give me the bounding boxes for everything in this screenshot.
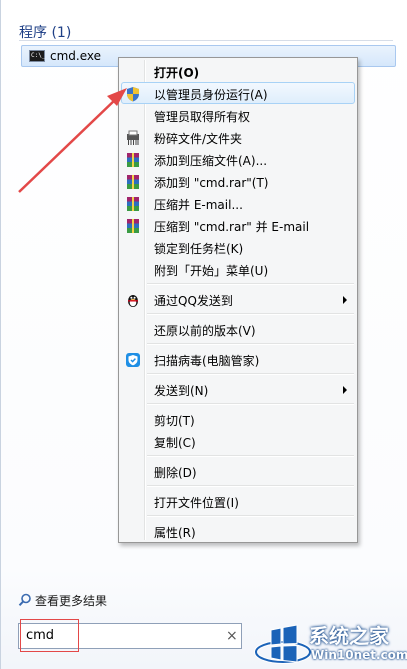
- menu-item-0[interactable]: 打开(O): [121, 60, 355, 82]
- winrar-icon: [125, 174, 141, 190]
- menu-item-label: 还原以前的版本(V): [154, 324, 256, 338]
- menu-item-11[interactable]: 通过QQ发送到: [121, 288, 355, 310]
- menu-separator: [147, 455, 354, 457]
- search-icon: [18, 593, 31, 606]
- menu-item-label: 添加到 "cmd.rar"(T): [154, 176, 269, 190]
- menu-item-label: 管理员取得所有权: [154, 110, 251, 124]
- menu-item-3[interactable]: 粉碎文件/文件夹: [121, 126, 355, 148]
- shredder-icon: [125, 130, 141, 146]
- winrar-icon: [125, 196, 141, 212]
- annotation-highlight-box: [20, 619, 79, 652]
- menu-item-label: 添加到压缩文件(A)...: [154, 154, 268, 168]
- menu-item-17[interactable]: 发送到(N): [121, 378, 355, 400]
- context-menu: 打开(O) 以管理员身份运行(A) 管理员取得所有权 粉碎文件/文件夹添加到压缩文件(…: [118, 57, 358, 543]
- menu-item-19[interactable]: 剪切(T): [121, 408, 355, 430]
- menu-item-1[interactable]: 以管理员身份运行(A): [121, 82, 355, 104]
- menu-separator: [147, 343, 354, 345]
- winrar-icon: [125, 152, 141, 168]
- menu-separator: [147, 403, 354, 405]
- menu-item-label: 锁定到任务栏(K): [154, 242, 244, 256]
- menu-separator: [147, 313, 354, 315]
- submenu-arrow-icon: [343, 296, 347, 304]
- menu-separator: [147, 283, 354, 285]
- programs-section-header: 程序 (1): [19, 25, 72, 41]
- search-result-label: cmd.exe: [50, 49, 102, 63]
- win10-logo-icon: [254, 624, 312, 664]
- menu-item-label: 粉碎文件/文件夹: [154, 132, 243, 146]
- menu-item-label: 附到「开始」菜单(U): [154, 264, 269, 278]
- uac-shield-icon: [125, 86, 141, 102]
- watermark-url: Win10net.com: [311, 648, 407, 662]
- see-more-results-label: 查看更多结果: [35, 594, 108, 608]
- menu-item-6[interactable]: 压缩并 E-mail...: [121, 192, 355, 214]
- menu-item-4[interactable]: 添加到压缩文件(A)...: [121, 148, 355, 170]
- menu-item-15[interactable]: 扫描病毒(电脑管家): [121, 348, 355, 370]
- menu-item-label: 打开文件位置(I): [154, 496, 239, 510]
- menu-separator: [147, 485, 354, 487]
- menu-item-label: 删除(D): [154, 466, 197, 480]
- menu-item-20[interactable]: 复制(C): [121, 430, 355, 452]
- menu-separator: [147, 515, 354, 517]
- winrar-icon: [125, 218, 141, 234]
- menu-item-22[interactable]: 删除(D): [121, 460, 355, 482]
- menu-item-9[interactable]: 附到「开始」菜单(U): [121, 258, 355, 280]
- menu-item-label: 压缩到 "cmd.rar" 并 E-mail: [154, 220, 310, 234]
- menu-item-7[interactable]: 压缩到 "cmd.rar" 并 E-mail: [121, 214, 355, 236]
- submenu-arrow-icon: [343, 386, 347, 394]
- tencent-guard-icon: [125, 352, 141, 368]
- menu-item-8[interactable]: 锁定到任务栏(K): [121, 236, 355, 258]
- menu-item-13[interactable]: 还原以前的版本(V): [121, 318, 355, 340]
- start-menu-search-panel: 程序 (1) C:\_ cmd.exe 打开(O) 以管理员身份运行(A) 管理员取…: [0, 0, 407, 669]
- site-watermark: 系统之家 Win10net.com: [253, 616, 407, 669]
- menu-item-label: 扫描病毒(电脑管家): [154, 354, 260, 368]
- menu-separator: [147, 373, 354, 375]
- watermark-title: 系统之家: [309, 624, 389, 648]
- menu-item-label: 发送到(N): [154, 384, 209, 398]
- menu-item-label: 通过QQ发送到: [154, 294, 233, 308]
- clear-search-icon[interactable]: ×: [226, 628, 238, 644]
- menu-item-label: 打开(O): [154, 66, 200, 80]
- menu-item-24[interactable]: 打开文件位置(I): [121, 490, 355, 512]
- cmd-console-icon: C:\_: [29, 50, 45, 62]
- menu-item-label: 以管理员身份运行(A): [154, 88, 268, 102]
- menu-item-26[interactable]: 属性(R): [121, 520, 355, 542]
- section-divider: [19, 40, 393, 41]
- menu-item-5[interactable]: 添加到 "cmd.rar"(T): [121, 170, 355, 192]
- menu-item-label: 压缩并 E-mail...: [154, 198, 243, 212]
- qq-penguin-icon: [125, 292, 141, 308]
- menu-item-label: 复制(C): [154, 436, 196, 450]
- menu-item-2[interactable]: 管理员取得所有权: [121, 104, 355, 126]
- menu-item-label: 剪切(T): [154, 414, 195, 428]
- menu-item-label: 属性(R): [154, 526, 196, 540]
